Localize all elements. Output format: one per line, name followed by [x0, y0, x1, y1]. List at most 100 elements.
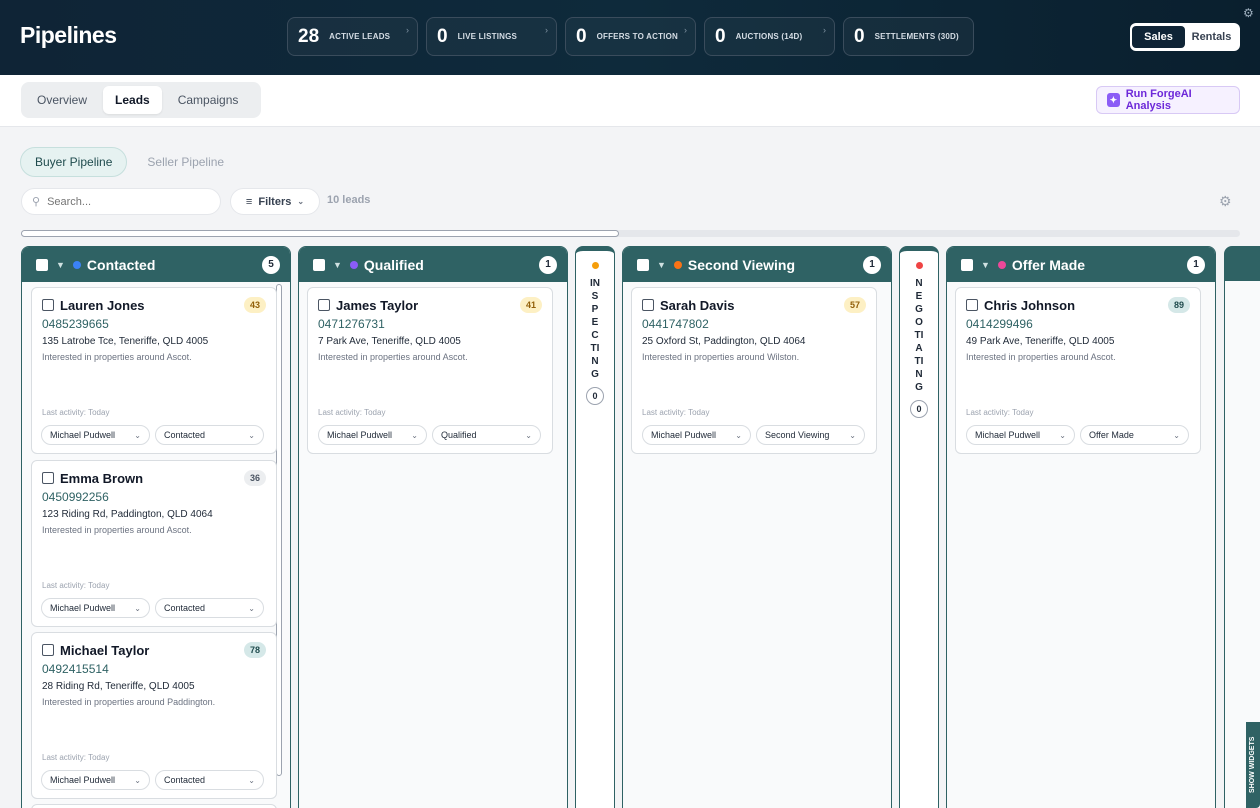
status-value: Contacted: [164, 430, 206, 440]
agent-select[interactable]: Michael Pudwell ⌄: [41, 770, 150, 790]
agent-select[interactable]: Michael Pudwell ⌄: [642, 425, 751, 445]
lead-name: Chris Johnson: [984, 297, 1076, 313]
lead-name: James Taylor: [336, 297, 419, 313]
status-select[interactable]: Contacted ⌄: [155, 425, 264, 445]
column-negotiating-collapsed[interactable]: NEGOTIATING 0: [899, 246, 939, 808]
lead-card[interactable]: James Taylor 41 0471276731 7 Park Ave, Te…: [307, 287, 553, 454]
gear-icon[interactable]: ⚙: [1243, 6, 1254, 20]
run-forgeai-button[interactable]: ✦ Run ForgeAI Analysis: [1096, 86, 1240, 114]
column-count-badge: 1: [539, 255, 557, 274]
column-title: Offer Made: [1011, 256, 1086, 273]
stat-value: 0: [437, 25, 448, 47]
chevron-down-icon: ⌄: [1173, 430, 1180, 440]
stat-label: AUCTIONS (14D): [735, 32, 803, 41]
lead-count: 10 leads: [327, 194, 371, 206]
stat-auctions[interactable]: 0 AUCTIONS (14D) ›: [704, 17, 835, 56]
status-select[interactable]: Qualified ⌄: [432, 425, 541, 445]
chevron-down-icon[interactable]: ▼: [56, 260, 65, 270]
tab-seller-pipeline[interactable]: Seller Pipeline: [133, 147, 238, 177]
agent-select[interactable]: Michael Pudwell ⌄: [41, 598, 150, 618]
chevron-right-icon: ›: [545, 25, 548, 35]
select-all-checkbox[interactable]: [637, 258, 649, 271]
status-select[interactable]: Contacted ⌄: [155, 770, 264, 790]
agent-select[interactable]: Michael Pudwell ⌄: [318, 425, 427, 445]
last-activity: Last activity: Today: [318, 408, 386, 417]
search-box: ⚲: [21, 188, 221, 215]
select-all-checkbox[interactable]: [36, 258, 48, 271]
status-dot: [673, 260, 682, 269]
lead-card[interactable]: [31, 804, 277, 808]
lead-card[interactable]: Michael Taylor 78 0492415514 28 Riding Rd…: [31, 632, 277, 799]
tab-buyer-pipeline[interactable]: Buyer Pipeline: [20, 147, 128, 177]
tab-leads[interactable]: Leads: [103, 86, 162, 114]
select-all-checkbox[interactable]: [961, 258, 973, 271]
column-inspecting-collapsed[interactable]: INSPECTING 0: [575, 246, 615, 808]
agent-value: Michael Pudwell: [50, 430, 116, 440]
chevron-down-icon: ⌄: [248, 430, 255, 440]
status-select[interactable]: Offer Made ⌄: [1080, 425, 1189, 445]
stat-value: 0: [715, 25, 726, 47]
horizontal-scrollbar[interactable]: [21, 230, 1240, 237]
status-select[interactable]: Contacted ⌄: [155, 598, 264, 618]
lead-score-badge: 89: [1168, 297, 1190, 313]
card-checkbox[interactable]: [966, 299, 978, 311]
chevron-down-icon: ⌄: [248, 775, 255, 785]
stat-settlements[interactable]: 0 SETTLEMENTS (30D): [843, 17, 974, 56]
filters-label: Filters: [258, 195, 292, 208]
stat-label: OFFERS TO ACTION: [596, 32, 679, 41]
stat-offers-to-action[interactable]: 0 OFFERS TO ACTION ›: [565, 17, 696, 56]
rentals-toggle-button[interactable]: Rentals: [1185, 26, 1238, 48]
card-checkbox[interactable]: [318, 299, 330, 311]
card-checkbox[interactable]: [42, 472, 54, 484]
board-settings-icon[interactable]: ⚙: [1219, 193, 1232, 210]
scrollbar-thumb[interactable]: [21, 230, 619, 237]
column-title: Second Viewing: [687, 256, 796, 273]
stat-live-listings[interactable]: 0 LIVE LISTINGS ›: [426, 17, 557, 56]
tab-campaigns[interactable]: Campaigns: [166, 86, 251, 114]
last-activity: Last activity: Today: [966, 408, 1034, 417]
card-checkbox[interactable]: [42, 299, 54, 311]
agent-select[interactable]: Michael Pudwell ⌄: [41, 425, 150, 445]
chevron-down-icon[interactable]: ▼: [981, 260, 990, 270]
card-checkbox[interactable]: [642, 299, 654, 311]
status-value: Offer Made: [1089, 430, 1134, 440]
lead-card[interactable]: Chris Johnson 89 0414299496 49 Park Ave, …: [955, 287, 1201, 454]
lead-phone[interactable]: 0450992256: [42, 490, 266, 504]
chevron-down-icon[interactable]: ▼: [657, 260, 666, 270]
lead-name: Emma Brown: [60, 470, 144, 486]
column-header: ▼ Second Viewing 1: [623, 247, 891, 282]
chevron-down-icon[interactable]: ▼: [333, 260, 342, 270]
search-input[interactable]: [47, 195, 198, 208]
select-all-checkbox[interactable]: [313, 258, 325, 271]
column-title-vertical: NEGOTIATING: [914, 278, 924, 393]
lead-card[interactable]: Lauren Jones 43 0485239665 135 Latrobe Tc…: [31, 287, 277, 454]
column-count-badge: 5: [262, 255, 280, 274]
lead-note: Interested in properties around Ascot.: [318, 352, 468, 362]
lead-phone[interactable]: 0441747802: [642, 317, 866, 331]
agent-select[interactable]: Michael Pudwell ⌄: [966, 425, 1075, 445]
lead-note: Interested in properties around Ascot.: [42, 525, 192, 535]
tab-overview[interactable]: Overview: [25, 86, 99, 114]
show-widgets-button[interactable]: SHOW WIDGETS: [1246, 722, 1260, 808]
status-select[interactable]: Second Viewing ⌄: [756, 425, 865, 445]
lead-card[interactable]: Emma Brown 36 0450992256 123 Riding Rd, P…: [31, 460, 277, 627]
card-checkbox[interactable]: [42, 644, 54, 656]
status-dot: [591, 262, 599, 269]
filters-button[interactable]: ≡ Filters ⌄: [230, 188, 320, 215]
stat-label: SETTLEMENTS (30D): [874, 32, 959, 41]
chevron-right-icon: ›: [684, 25, 687, 35]
sales-toggle-button[interactable]: Sales: [1132, 26, 1185, 48]
chevron-down-icon: ⌄: [411, 430, 418, 440]
agent-value: Michael Pudwell: [975, 430, 1041, 440]
lead-phone[interactable]: 0414299496: [966, 317, 1190, 331]
lead-address: 123 Riding Rd, Paddington, QLD 4064: [42, 509, 213, 520]
lead-score-badge: 41: [520, 297, 542, 313]
lead-phone[interactable]: 0485239665: [42, 317, 266, 331]
stat-active-leads[interactable]: 28 ACTIVE LEADS ›: [287, 17, 418, 56]
lead-card[interactable]: Sarah Davis 57 0441747802 25 Oxford St, P…: [631, 287, 877, 454]
lead-phone[interactable]: 0492415514: [42, 662, 266, 676]
chevron-down-icon: ⌄: [134, 603, 141, 613]
sub-navigation: Overview Leads Campaigns: [0, 75, 1260, 127]
lead-name: Michael Taylor: [60, 642, 150, 658]
lead-phone[interactable]: 0471276731: [318, 317, 542, 331]
